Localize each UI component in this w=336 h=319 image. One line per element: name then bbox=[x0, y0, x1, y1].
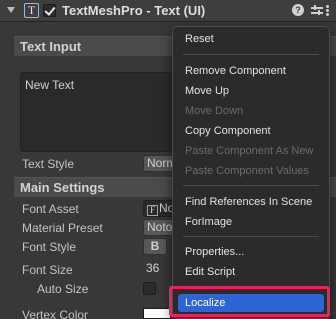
component-header[interactable]: T TextMeshPro - Text (UI) ? bbox=[0, 0, 336, 22]
menu-separator bbox=[183, 54, 319, 55]
vertex-color-label: Vertex Color bbox=[22, 308, 89, 319]
font-style-label: Font Style bbox=[22, 240, 77, 254]
menu-item-find-references[interactable]: Find References In Scene bbox=[178, 193, 324, 211]
font-asset-label: Font Asset bbox=[22, 202, 79, 216]
menu-separator bbox=[183, 236, 319, 237]
material-preset-label: Material Preset bbox=[22, 221, 103, 235]
more-options-icon[interactable] bbox=[326, 5, 329, 17]
menu-item-move-up[interactable]: Move Up bbox=[178, 82, 324, 100]
font-size-label: Font Size bbox=[22, 263, 73, 277]
menu-item-remove-component[interactable]: Remove Component bbox=[178, 62, 324, 80]
component-title: TextMeshPro - Text (UI) bbox=[62, 3, 206, 18]
menu-item-move-down: Move Down bbox=[185, 105, 244, 117]
menu-item-paste-values: Paste Component Values bbox=[185, 165, 309, 177]
text-input-section-title: Text Input bbox=[20, 39, 82, 54]
component-context-menu: Reset Remove Component Move Up Move Down… bbox=[172, 26, 330, 319]
menu-item-properties[interactable]: Properties... bbox=[178, 243, 324, 261]
help-icon[interactable]: ? bbox=[292, 4, 304, 16]
menu-item-reset[interactable]: Reset bbox=[178, 30, 324, 48]
presets-icon[interactable] bbox=[311, 5, 323, 16]
menu-item-copy-component[interactable]: Copy Component bbox=[178, 122, 324, 140]
menu-separator bbox=[183, 185, 319, 186]
text-style-label: Text Style bbox=[22, 157, 75, 171]
font-asset-icon: F bbox=[147, 205, 158, 216]
menu-item-forimage[interactable]: ForImage bbox=[178, 213, 324, 231]
vertex-color-swatch[interactable] bbox=[143, 308, 171, 319]
text-input-value: New Text bbox=[25, 78, 75, 92]
textmeshpro-icon: T bbox=[24, 3, 39, 18]
auto-size-checkbox[interactable] bbox=[143, 282, 156, 295]
menu-item-paste-as-new: Paste Component As New bbox=[185, 145, 314, 157]
main-settings-section-title: Main Settings bbox=[20, 180, 105, 195]
foldout-arrow-icon[interactable] bbox=[7, 7, 15, 13]
localize-highlight-outline bbox=[169, 286, 330, 317]
menu-item-edit-script[interactable]: Edit Script bbox=[178, 263, 324, 281]
auto-size-label: Auto Size bbox=[37, 282, 89, 296]
component-enabled-checkbox[interactable] bbox=[43, 4, 56, 17]
font-style-bold-button[interactable]: B bbox=[143, 238, 167, 255]
